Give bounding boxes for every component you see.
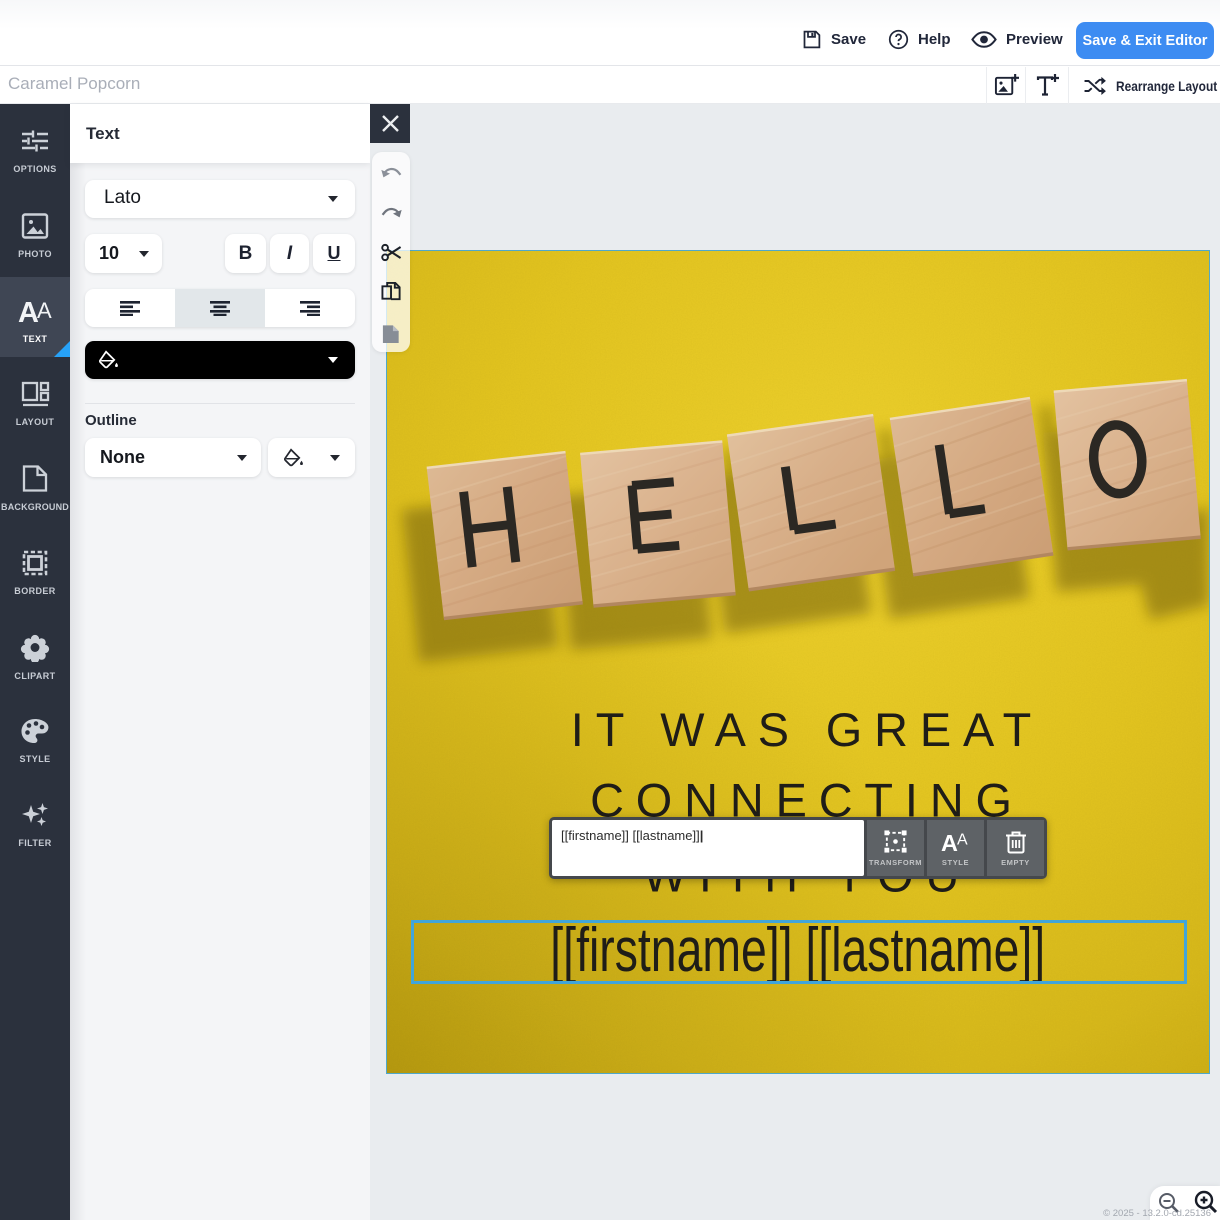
svg-text:A: A: [956, 831, 967, 848]
svg-text:A: A: [37, 298, 52, 323]
svg-text:IT WAS GREAT: IT WAS GREAT: [571, 704, 1043, 756]
svg-text:A: A: [18, 297, 39, 325]
svg-text:A: A: [941, 830, 958, 854]
